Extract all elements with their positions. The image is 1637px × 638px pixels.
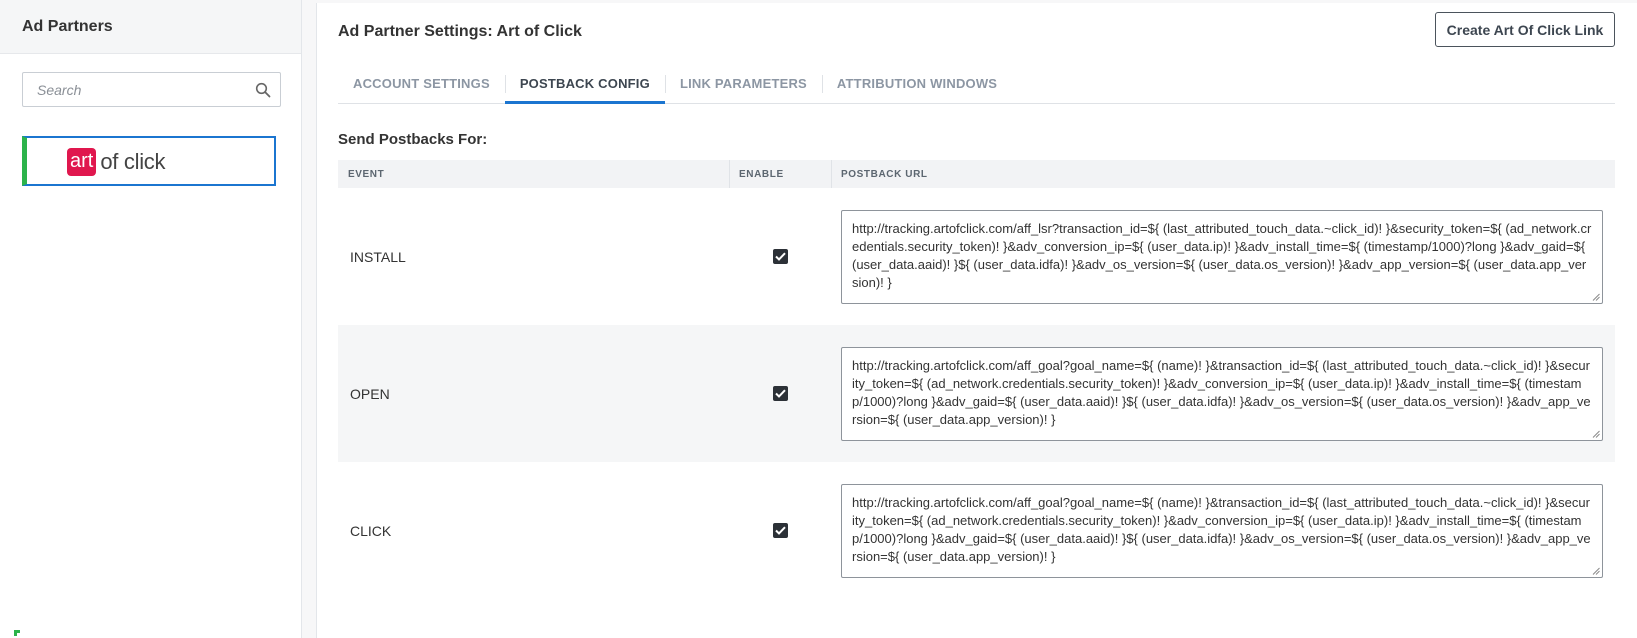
- event-name: CLICK: [350, 522, 392, 539]
- event-name: OPEN: [350, 385, 390, 402]
- ad-partners-sidebar: Ad Partners art of click: [0, 0, 302, 638]
- postback-table: EVENT ENABLE POSTBACK URL INSTALL http:/…: [338, 160, 1615, 599]
- logo-art-text: art: [67, 148, 97, 176]
- page-title: Ad Partner Settings: Art of Click: [338, 23, 582, 40]
- search-box[interactable]: [22, 72, 281, 107]
- enable-checkbox[interactable]: [772, 249, 788, 264]
- scroll-marker: [14, 630, 20, 636]
- postback-url-textarea[interactable]: http://tracking.artofclick.com/aff_lsr?t…: [841, 209, 1603, 304]
- tab-attribution-windows[interactable]: ATTRIBUTION WINDOWS: [821, 63, 1012, 104]
- sidebar-title: Ad Partners: [0, 0, 301, 54]
- resize-handle-icon[interactable]: [1592, 293, 1600, 301]
- logo-rest-text: of click: [100, 149, 166, 174]
- check-icon: [774, 389, 786, 398]
- postback-url-textarea[interactable]: http://tracking.artofclick.com/aff_goal?…: [841, 483, 1603, 578]
- table-row-click: CLICK http://tracking.artofclick.com/aff…: [338, 462, 1615, 599]
- check-icon: [774, 252, 786, 261]
- postback-url-text: http://tracking.artofclick.com/aff_goal?…: [852, 357, 1591, 428]
- postback-url-text: http://tracking.artofclick.com/aff_goal?…: [852, 494, 1591, 565]
- tab-link-parameters[interactable]: LINK PARAMETERS: [664, 63, 822, 104]
- resize-handle-icon[interactable]: [1592, 430, 1600, 438]
- partner-item-art-of-click[interactable]: art of click: [22, 136, 276, 186]
- check-icon: [774, 526, 786, 535]
- art-of-click-logo: art of click: [67, 148, 165, 176]
- partner-settings-panel: Ad Partner Settings: Art of Click Create…: [316, 3, 1637, 638]
- search-icon[interactable]: [255, 82, 271, 98]
- resize-handle-icon[interactable]: [1592, 567, 1600, 575]
- enable-checkbox[interactable]: [772, 523, 788, 538]
- tab-account-settings[interactable]: ACCOUNT SETTINGS: [338, 63, 505, 104]
- header-postback-url: POSTBACK URL: [831, 160, 1615, 188]
- header-event: EVENT: [348, 169, 385, 180]
- section-label: Send Postbacks For:: [338, 131, 488, 148]
- table-header: EVENT ENABLE POSTBACK URL: [338, 160, 1615, 188]
- postback-url-text: http://tracking.artofclick.com/aff_lsr?t…: [852, 220, 1592, 291]
- postback-url-textarea[interactable]: http://tracking.artofclick.com/aff_goal?…: [841, 346, 1603, 441]
- settings-tabs: ACCOUNT SETTINGS POSTBACK CONFIG LINK PA…: [338, 63, 1615, 104]
- header-enable: ENABLE: [729, 160, 831, 188]
- event-name: INSTALL: [350, 248, 406, 265]
- table-row-open: OPEN http://tracking.artofclick.com/aff_…: [338, 325, 1615, 462]
- create-link-button[interactable]: Create Art Of Click Link: [1435, 12, 1615, 47]
- table-row-install: INSTALL http://tracking.artofclick.com/a…: [338, 188, 1615, 325]
- enable-checkbox[interactable]: [772, 386, 788, 401]
- search-input[interactable]: [23, 73, 243, 106]
- tab-postback-config[interactable]: POSTBACK CONFIG: [504, 63, 665, 104]
